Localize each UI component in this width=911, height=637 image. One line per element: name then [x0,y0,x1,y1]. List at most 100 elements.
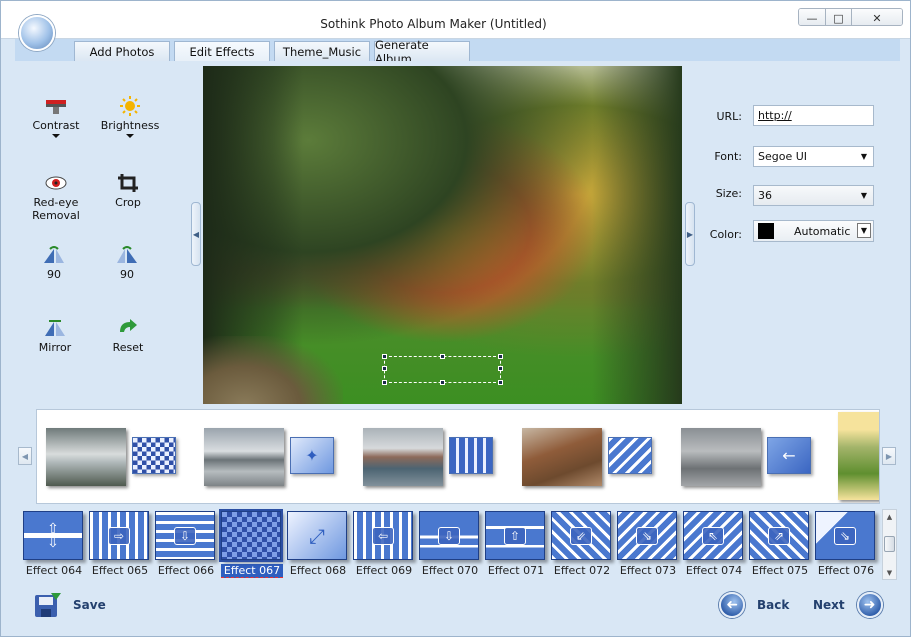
effect-label: Effect 068 [289,564,347,577]
url-input[interactable]: http:// [753,105,874,126]
arrow-left-icon: ➜ [719,592,745,618]
effect-item-selected[interactable]: Effect 067 [219,509,283,581]
effect-item[interactable]: ⇩ Effect 070 [419,511,481,581]
effect-item[interactable]: ⇧ Effect 071 [485,511,547,581]
maximize-button[interactable]: □ [826,9,852,25]
tab-add-photos[interactable]: Add Photos [74,41,170,61]
tab-generate-album[interactable]: Generate Album [374,38,470,66]
strip-scroll-left[interactable]: ◀ [18,447,32,465]
rotate-right-icon [117,246,137,263]
rotate-left-icon [44,246,64,263]
effect-item[interactable]: ⇖ Effect 074 [683,511,745,581]
scrollbar-thumb[interactable] [884,536,895,552]
effect-item[interactable]: ⇙ Effect 072 [551,511,613,581]
effects-gallery: ⇧ ⇩ Effect 064 ⇨ Effect 065 ⇩ Effect 066 Eff… [17,507,882,582]
photo-thumbnail[interactable] [522,428,602,486]
contrast-tool[interactable]: Contrast [21,96,91,138]
transition-thumbnail[interactable] [608,437,652,474]
selection-handle[interactable] [382,380,387,385]
effects-scrollbar[interactable]: ▲ ▼ [882,509,897,580]
arrow-up-left-icon: ⇖ [702,526,724,545]
crop-tool[interactable]: Crop [93,173,163,209]
reset-tool[interactable]: Reset [93,318,163,354]
effect-item[interactable]: ⇧ ⇩ Effect 064 [23,511,85,581]
preview-next-arrow[interactable]: ▶ [685,202,695,266]
contrast-label: Contrast [32,119,80,132]
app-logo-icon[interactable] [19,15,55,51]
photo-thumbnail[interactable] [204,428,284,486]
caption-selection-box[interactable] [384,356,501,383]
transition-thumbnail[interactable]: ← [767,437,811,474]
rotate-left-label: 90 [47,268,61,281]
save-label: Save [73,598,106,612]
arrow-right-icon: ⇨ [108,526,130,545]
next-label: Next [813,598,845,612]
brightness-icon [120,96,140,116]
chevron-up-icon[interactable]: ▲ [883,511,896,523]
photo-strip: ✦ ← [36,409,880,504]
selection-handle[interactable] [498,380,503,385]
effect-label: Effect 073 [619,564,677,577]
back-button[interactable]: ➜ Back [719,592,789,618]
arrows-icon: ✦ [305,446,319,465]
url-label: URL: [716,110,742,123]
tab-edit-effects[interactable]: Edit Effects [174,41,270,61]
chevron-down-icon: ▼ [860,152,868,161]
effect-item[interactable]: ⇗ Effect 075 [749,511,811,581]
mirror-tool[interactable]: Mirror [20,318,90,354]
photo-thumbnail[interactable] [46,428,126,486]
effect-item[interactable]: ⇦ Effect 069 [353,511,415,581]
color-label: Color: [709,228,742,241]
photo-thumbnail[interactable] [363,428,443,486]
chevron-down-icon: ▼ [860,191,868,200]
red-eye-tool[interactable]: Red-eye Removal [21,173,91,222]
window-title: Sothink Photo Album Maker (Untitled) [320,17,547,31]
effect-label: Effect 071 [487,564,545,577]
chevron-right-icon: ▶ [885,451,893,461]
rotate-right-tool[interactable]: 90 [92,245,162,281]
font-value: Segoe UI [758,150,808,163]
strip-scroll-right[interactable]: ▶ [882,447,896,465]
effect-item[interactable]: ⇨ Effect 065 [89,511,151,581]
tab-theme-music[interactable]: Theme_Music [274,41,370,61]
window-controls: — □ ✕ [798,8,903,26]
chevron-down-icon: ▼ [857,223,871,238]
arrow-down-icon: ⇩ [438,526,460,545]
crop-label: Crop [115,196,141,209]
brightness-tool[interactable]: Brightness [95,96,165,138]
effect-label: Effect 067 [221,564,283,578]
color-value: Automatic [794,224,851,238]
mirror-icon [45,320,65,336]
expand-corners-icon: ⤢ [309,523,325,548]
photo-thumbnail-selected[interactable] [838,412,879,500]
contrast-icon [46,100,66,114]
chevron-down-icon[interactable]: ▼ [883,567,896,579]
effect-item[interactable]: ⤢ Effect 068 [287,511,349,581]
effect-label: Effect 076 [817,564,875,577]
arrow-left-icon: ⇦ [372,526,394,545]
color-picker[interactable]: Automatic ▼ [753,220,874,242]
save-button[interactable]: Save [33,591,106,619]
selection-handle[interactable] [382,354,387,359]
selection-handle[interactable] [440,354,445,359]
photo-thumbnail[interactable] [681,428,761,486]
transition-thumbnail[interactable]: ✦ [290,437,334,474]
preview-prev-arrow[interactable]: ◀ [191,202,201,266]
selection-handle[interactable] [440,380,445,385]
transition-thumbnail[interactable] [449,437,493,474]
rotate-right-label: 90 [120,268,134,281]
minimize-button[interactable]: — [799,9,826,25]
font-select[interactable]: Segoe UI ▼ [753,146,874,167]
effect-item[interactable]: ⇘ Effect 073 [617,511,679,581]
mirror-label: Mirror [38,341,72,354]
transition-thumbnail[interactable] [132,437,176,474]
size-select[interactable]: 36 ▼ [753,185,874,206]
effect-item[interactable]: ⇘ Effect 076 [815,511,877,581]
selection-handle[interactable] [498,366,503,371]
selection-handle[interactable] [382,366,387,371]
close-button[interactable]: ✕ [852,9,902,25]
selection-handle[interactable] [498,354,503,359]
next-button[interactable]: Next ➜ [813,592,883,618]
rotate-left-tool[interactable]: 90 [19,245,89,281]
effect-item[interactable]: ⇩ Effect 066 [155,511,217,581]
